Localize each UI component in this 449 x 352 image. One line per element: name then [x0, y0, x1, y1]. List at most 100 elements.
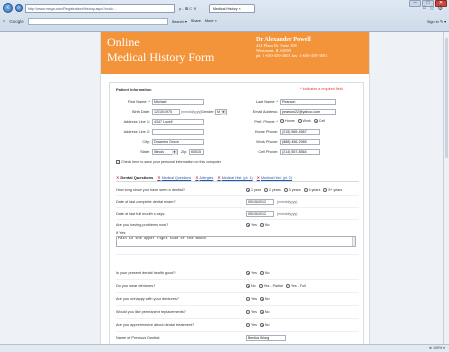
dentures-options: No Yes - Partial Yes - Full [246, 284, 306, 288]
last-xray-date-field[interactable]: 05/15/2012 [246, 211, 274, 217]
tab-medical-history-2[interactable]: ✕ Medical Hist. (pt. 2) [257, 175, 292, 181]
previous-dentist-field[interactable]: Benika Wong [246, 335, 286, 341]
radio-selected-icon [259, 323, 264, 327]
tab-medical-history-1[interactable]: ✕ Medical Hist. (pt. 1) [217, 175, 252, 181]
option-no[interactable]: No [259, 223, 269, 227]
address-tools[interactable]: ρ - ⊠ C ✕ [179, 6, 207, 11]
option-yes[interactable]: Yes [246, 297, 257, 301]
radio-selected-icon [246, 223, 250, 227]
radio-selected-icon [313, 119, 318, 123]
date-format-hint: (mm/dd/yyyy) [277, 200, 298, 204]
option-yes-full[interactable]: Yes - Full [285, 284, 306, 288]
page-scrollbar[interactable] [443, 32, 449, 344]
option-no[interactable]: No [259, 271, 269, 275]
problem-details-textarea[interactable]: Pain in the upper right side of the mout… [116, 236, 356, 247]
last-name-label: Last Name: * [256, 100, 278, 104]
work-phone-label: Work Phone: [256, 140, 278, 144]
option-yes-partial[interactable]: Yes - Partial [258, 284, 283, 288]
option-no[interactable]: No [259, 310, 269, 314]
save-info-checkbox[interactable]: ✓ Check here to save your personal inform… [116, 160, 221, 164]
option-no[interactable]: No [259, 297, 269, 301]
address2-field[interactable] [152, 129, 204, 135]
gender-select[interactable]: M ▼ [215, 109, 227, 115]
city-field[interactable]: Downers Grove [152, 139, 204, 145]
question-row: Date of last full mouth x-rays: 05/15/20… [116, 209, 359, 220]
radio-icon [283, 188, 288, 192]
zoom-level[interactable]: ⊕ 100% ▾ [429, 346, 445, 350]
pref-phone-options: Home Work Cell [280, 119, 325, 123]
scrollbar[interactable] [352, 237, 355, 246]
doctor-phone: ph: 1-630-459-3001 fax: 1-630-459-3001 [256, 53, 328, 59]
star-icon[interactable]: ☆ [429, 5, 434, 12]
option-5-plus-years[interactable]: 5+ years [323, 188, 342, 192]
toolbar-share-button[interactable]: Share [191, 19, 201, 23]
question-row: Are you unhappy with your dentures? Yes … [116, 294, 359, 306]
address-bar[interactable]: http://www.mega.com/Registration/History… [25, 3, 175, 13]
toolbar-search-button[interactable]: Search ▾ [172, 19, 187, 24]
email-field[interactable]: pearson22@yahoo.com [280, 109, 336, 115]
google-search-input[interactable] [27, 17, 168, 25]
tab-allergies[interactable]: ✕ Allergies [195, 175, 213, 181]
header-banner: Online Medical History Form Dr Alexander… [101, 32, 369, 74]
pref-phone-cell[interactable]: Cell [313, 119, 325, 123]
close-icon: ✕ [217, 175, 221, 180]
option-1-year[interactable]: 1 year [246, 188, 261, 192]
browser-tab[interactable]: Medical History × [209, 3, 255, 13]
status-bar: ⊕ 100% ▾ [0, 344, 449, 352]
gender-value: M [217, 110, 220, 114]
radio-icon [280, 119, 284, 123]
first-name-field[interactable]: Michael [152, 99, 204, 105]
option-yes[interactable]: Yes [246, 310, 257, 314]
tab-dental-questions[interactable]: ✕ Dental Questions [116, 175, 153, 181]
question-text: Date of last full mouth x-rays: [116, 212, 166, 216]
zip-field[interactable]: 60515 [189, 149, 204, 155]
option-yes[interactable]: Yes [246, 323, 257, 327]
state-select[interactable]: Illinois ▼ [152, 149, 178, 155]
forward-icon[interactable]: › [15, 4, 23, 12]
radio-icon [323, 188, 328, 192]
home-icon[interactable]: ⌂ [423, 5, 427, 12]
zip-label: Zip: [181, 150, 188, 154]
tab-close-icon[interactable]: × [239, 7, 241, 11]
option-yes[interactable]: Yes [246, 223, 257, 227]
radio-icon [246, 323, 250, 327]
option-4-years[interactable]: 4 years [303, 188, 320, 192]
radio-selected-icon [246, 188, 250, 192]
checkbox-checked-icon: ✓ [116, 160, 120, 164]
radio-icon [285, 284, 290, 288]
required-note: * Indicates a required field [300, 87, 343, 91]
work-phone-field[interactable]: (888) 456-2965 [280, 139, 320, 145]
back-icon[interactable]: ‹ [3, 3, 13, 13]
birth-date-field[interactable]: 12/15/1975 [152, 109, 180, 115]
option-no[interactable]: No [259, 323, 269, 327]
date-format-hint: (mm/dd/yyyy) [277, 212, 298, 216]
option-no[interactable]: No [246, 284, 256, 288]
chevron-down-icon: ▼ [221, 110, 226, 115]
pref-phone-home[interactable]: Home [280, 119, 295, 123]
last-name-field[interactable]: Pearson [280, 99, 336, 105]
option-yes[interactable]: Yes [246, 271, 257, 275]
question-row: Do you wear dentures? No Yes - Partial Y… [116, 281, 359, 293]
cell-phone-field[interactable]: (214) 557-8564 [280, 149, 320, 155]
problems-now-options: Yes No [246, 223, 269, 227]
navigation-bar: ‹ › http://www.mega.com/Registration/His… [3, 3, 443, 13]
option-3-years[interactable]: 3 years [283, 188, 301, 192]
scrollbar-thumb[interactable] [445, 38, 448, 158]
address1-field[interactable]: 4347 Lovell [152, 119, 204, 125]
radio-icon [297, 119, 302, 123]
toolbar-more-button[interactable]: More » [205, 19, 217, 23]
dentist-visit-options: 1 year 2 years 3 years 4 years 5+ years [246, 188, 342, 192]
pref-phone-work[interactable]: Work [297, 119, 311, 123]
option-2-years[interactable]: 2 years [264, 188, 281, 192]
tab-medical-questions[interactable]: ✕ Medical Questions [157, 175, 191, 181]
last-exam-date-field[interactable]: 05/15/2012 [246, 199, 274, 205]
sign-in-button[interactable]: Sign In ✎ ▾ [427, 19, 446, 24]
home-phone-field[interactable]: (215) 589-4567 [280, 129, 320, 135]
city-label: City: [142, 140, 150, 144]
question-row: Are you apprehensive about dental treatm… [116, 320, 359, 332]
radio-icon [259, 223, 264, 227]
question-text: Do you wear dentures? [116, 284, 156, 288]
toolbar-close-icon[interactable]: × [3, 19, 5, 23]
gear-icon[interactable]: ⚙ [438, 5, 443, 12]
state-label: State: [140, 150, 150, 154]
